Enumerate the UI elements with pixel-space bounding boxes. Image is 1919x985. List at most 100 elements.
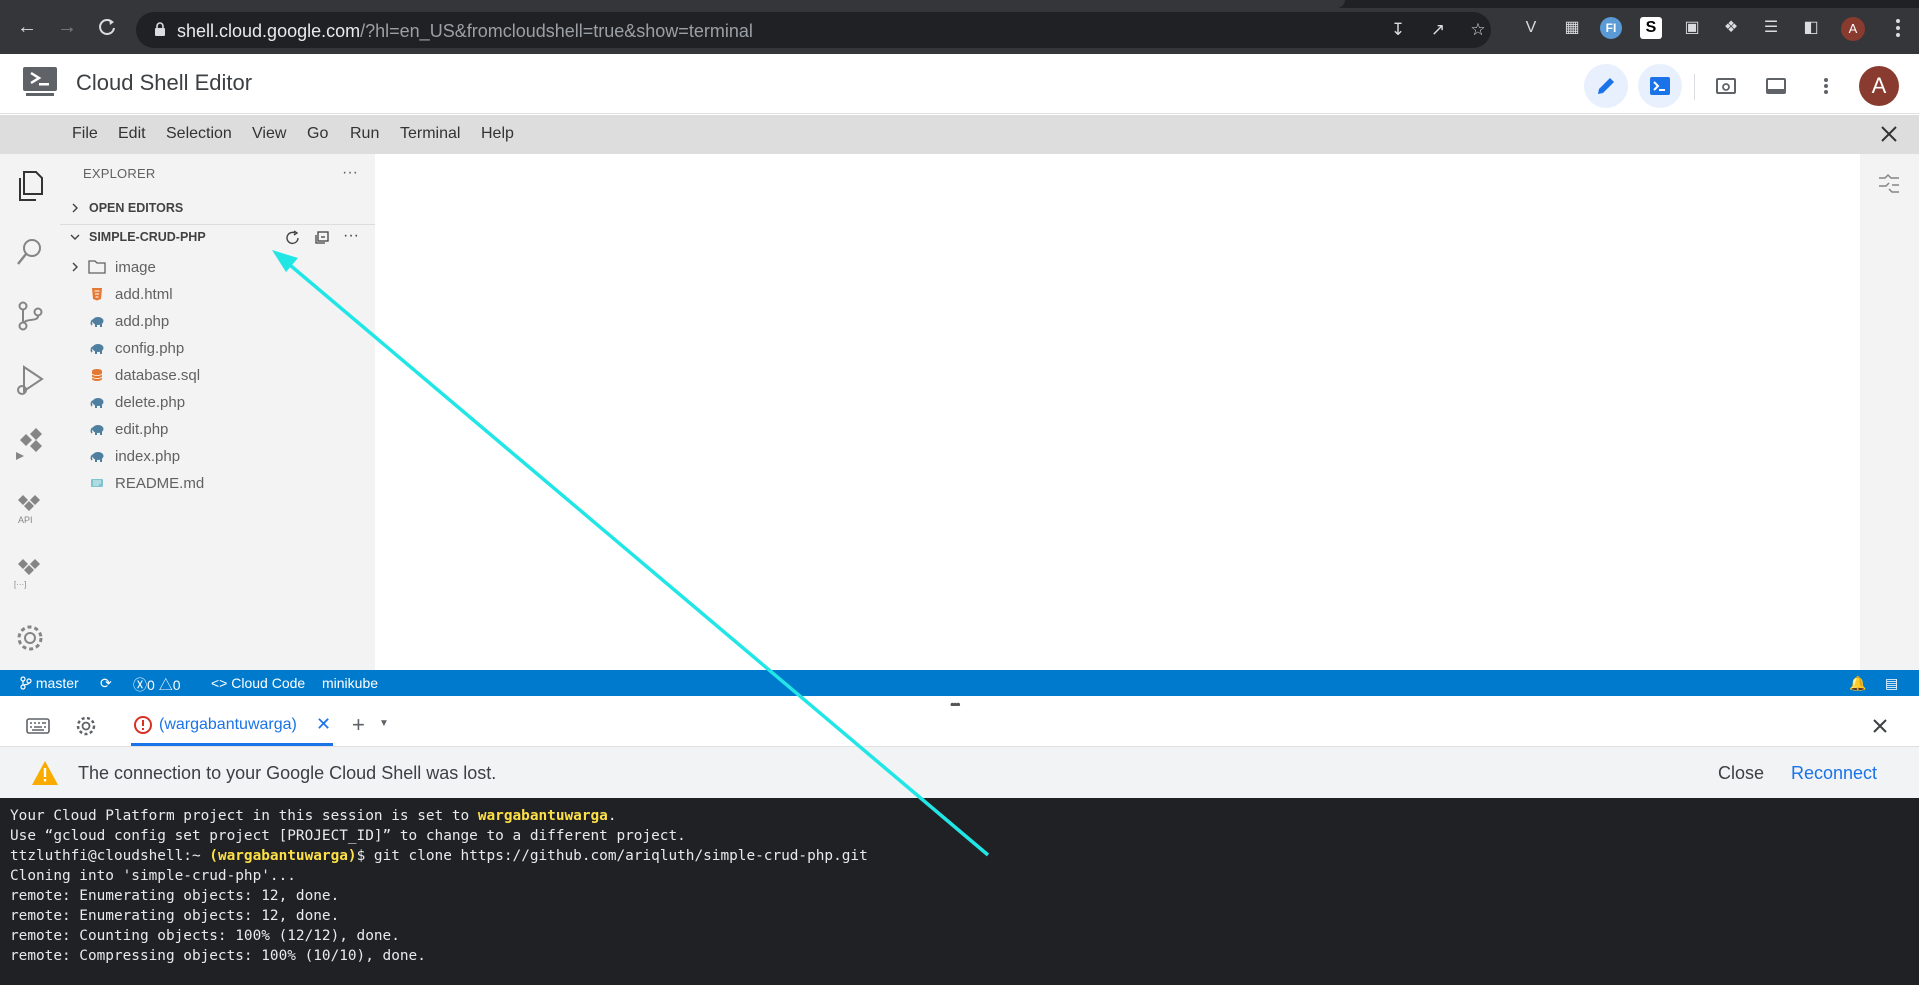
terminal-line: Cloning into 'simple-crud-php'... [10,868,296,884]
browser-profile-avatar[interactable]: A [1841,17,1865,41]
menu-edit[interactable]: Edit [118,125,146,143]
file-row-index-php[interactable]: index.php [60,443,375,470]
folder-row-image[interactable]: image [60,254,375,281]
panel-resize-handle[interactable]: ••• [0,696,1919,712]
file-row-config-php[interactable]: config.php [60,335,375,362]
run-debug-icon[interactable] [12,362,48,398]
layout-panel-icon[interactable]: ▤ [1885,675,1898,692]
file-row-add-php[interactable]: add.php [60,308,375,335]
s-extension-icon[interactable]: S [1640,17,1662,39]
collapse-folders-icon[interactable] [313,230,331,246]
file-row-edit-php[interactable]: edit.php [60,416,375,443]
editor-area[interactable] [375,154,1860,670]
terminal-line: remote: Counting objects: 100% (12/12), … [10,928,400,944]
svg-text:[···]: [···] [14,580,26,589]
file-row-add-html[interactable]: add.html [60,281,375,308]
cloud-code-status[interactable]: <> Cloud Code [211,675,305,691]
activity-bar: API [···] [0,154,60,670]
terminal-line: Your Cloud Platform project in this sess… [10,808,617,824]
cloud-code-api-icon[interactable]: API [12,490,48,526]
share-icon[interactable]: ↗ [1428,20,1448,40]
terminal-output[interactable]: Your Cloud Platform project in this sess… [0,798,1919,985]
more-options-button[interactable] [1804,64,1848,108]
warning-icon [32,761,58,785]
menu-view[interactable]: View [252,125,286,143]
file-row-delete-php[interactable]: delete.php [60,389,375,416]
branch-status[interactable]: master [20,675,79,691]
status-bar: master ⟳ Ⓧ0 △0 <> Cloud Code minikube 🔔 … [0,670,1919,696]
cluster-status[interactable]: minikube [322,675,378,691]
source-control-icon[interactable] [12,298,48,334]
open-editor-button[interactable] [1584,64,1628,108]
chevron-down-icon[interactable]: ▼ [379,718,389,729]
browser-menu-icon[interactable] [1893,15,1903,41]
cloud-code-deploy-icon[interactable] [12,426,48,462]
file-row-readme-md[interactable]: README.md [60,470,375,497]
close-banner-button[interactable]: Close [1718,763,1764,784]
vimeo-extension-icon[interactable]: V [1520,17,1542,39]
close-tab-icon[interactable]: ✕ [316,714,331,735]
menu-run[interactable]: Run [350,125,379,143]
secret-manager-icon[interactable]: [···] [12,554,48,590]
keyboard-icon[interactable] [26,717,50,735]
toggle-panel-button[interactable] [1754,64,1798,108]
file-name: add.html [115,286,173,303]
open-editors-section[interactable]: OPEN EDITORS [60,196,375,220]
chevron-down-icon [70,234,80,240]
refresh-explorer-icon[interactable] [284,230,302,246]
project-more-icon[interactable]: ··· [343,227,359,245]
reconnect-button[interactable]: Reconnect [1791,763,1877,784]
cloud-code-label: Cloud Code [231,675,306,691]
account-avatar[interactable]: A [1859,66,1899,106]
forward-icon[interactable]: → [54,14,80,40]
file-name: add.php [115,313,170,330]
problems-status[interactable]: Ⓧ0 △0 [133,675,180,695]
banner-message: The connection to your Google Cloud Shel… [78,763,497,783]
open-terminal-button[interactable] [1638,64,1682,108]
menu-go[interactable]: Go [307,125,328,143]
reload-icon[interactable] [94,14,120,40]
warning-icon: △ [158,677,173,693]
menu-terminal[interactable]: Terminal [400,125,460,143]
terminal-tab[interactable]: (wargabantuwarga) ✕ [131,706,333,746]
chevron-right-icon [72,203,78,213]
tab-strip [0,0,1919,8]
gemini-assist-icon[interactable] [1876,172,1902,198]
install-app-icon[interactable]: ↧ [1388,20,1408,40]
pip-extension-icon[interactable]: ▣ [1681,17,1703,39]
explorer-files-icon[interactable] [12,168,48,204]
file-name: edit.php [115,421,169,438]
right-activity-bar [1860,154,1919,670]
explorer-sidebar: EXPLORER ··· OPEN EDITORS SIMPLE-CRUD-PH… [60,154,375,670]
php-elephant-icon [90,398,104,408]
project-section[interactable]: SIMPLE-CRUD-PHP ··· [60,224,375,248]
file-name: delete.php [115,394,186,411]
bookmark-star-icon[interactable]: ☆ [1468,20,1488,40]
notifications-bell-icon[interactable]: 🔔 [1849,675,1866,692]
terminal-settings-gear-icon[interactable] [75,715,97,737]
menu-selection[interactable]: Selection [166,125,232,143]
menu-file[interactable]: File [72,125,98,143]
media-control-icon[interactable]: ☰ [1760,17,1782,39]
web-preview-button[interactable] [1704,64,1748,108]
puzzle-extensions-icon[interactable]: ❖ [1720,17,1742,39]
close-editor-icon[interactable] [1878,123,1900,145]
address-bar[interactable]: shell.cloud.google.com/?hl=en_US&fromclo… [136,12,1491,48]
settings-gear-icon[interactable] [12,620,48,656]
php-elephant-icon [90,425,104,435]
add-terminal-icon[interactable]: + [352,712,365,738]
php-elephant-icon [90,317,104,327]
warning-count: 0 [172,677,181,693]
close-terminal-icon[interactable] [1871,717,1889,735]
svg-text:API: API [18,515,33,525]
search-icon[interactable] [12,234,48,270]
fi-extension-icon[interactable]: FI [1600,17,1622,39]
explorer-more-icon[interactable]: ··· [342,164,358,182]
back-icon[interactable]: ← [14,14,40,40]
extension-icon[interactable]: ▦ [1561,17,1583,39]
file-row-database-sql[interactable]: database.sql [60,362,375,389]
chevron-right-icon [72,262,78,272]
menu-help[interactable]: Help [481,125,514,143]
sync-icon[interactable]: ⟳ [100,675,112,692]
side-panel-icon[interactable]: ◧ [1800,17,1822,39]
